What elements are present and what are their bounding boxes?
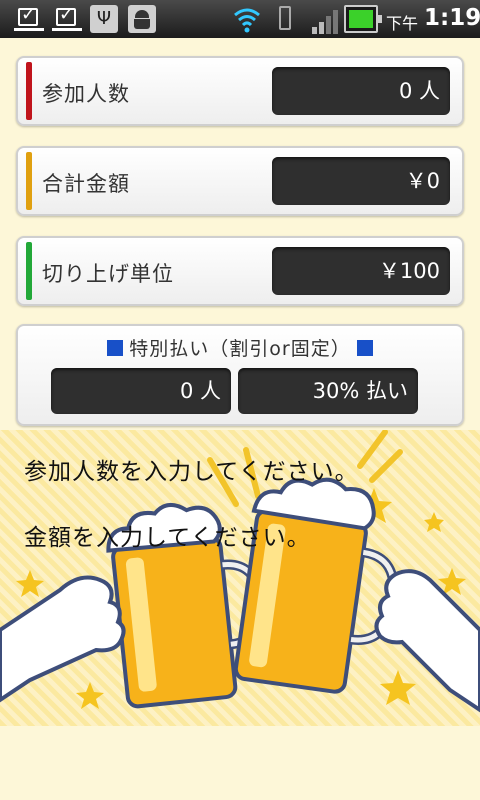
special-payment-panel: 特別払い（割引or固定） 0 人 30% 払い — [16, 324, 464, 426]
rounding-input[interactable]: ￥100 — [272, 247, 450, 295]
rounding-accent-bar — [26, 242, 32, 300]
square-marker-icon — [356, 340, 373, 356]
amount-label: 合計金額 — [42, 172, 130, 196]
vibrate-icon — [270, 4, 300, 34]
special-payment-label: 特別払い（割引or固定） — [129, 338, 351, 360]
status-bar: ✓ ✓ Ψ 下午 1:19 — [0, 0, 480, 38]
check-notification-icon: ✓ — [14, 4, 44, 32]
amount-panel: 合計金額 ￥0 — [16, 146, 464, 216]
amount-accent-bar — [26, 152, 32, 210]
amount-prompt-message: 金額を入力してください。 — [24, 525, 311, 551]
rounding-label: 切り上げ単位 — [42, 262, 174, 286]
signal-icon — [310, 8, 338, 34]
participants-input[interactable]: 0 人 — [272, 67, 450, 115]
special-rate-select[interactable]: 30% 払い — [238, 368, 418, 414]
rounding-panel: 切り上げ単位 ￥100 — [16, 236, 464, 306]
debug-icon — [128, 5, 156, 33]
battery-icon — [344, 5, 382, 33]
beer-toast-illustration: 参加人数を入力してください。 金額を入力してください。 — [0, 430, 480, 726]
special-count-input[interactable]: 0 人 — [51, 368, 231, 414]
clock-time: 1:19 — [424, 5, 480, 31]
special-payment-title: 特別払い（割引or固定） — [18, 334, 462, 361]
usb-icon: Ψ — [90, 5, 118, 33]
participants-prompt-message: 参加人数を入力してください。 — [24, 459, 359, 485]
square-marker-icon — [107, 340, 124, 356]
bottom-area — [0, 726, 480, 800]
check-notification-icon: ✓ — [52, 4, 82, 32]
clock-ampm: 下午 — [386, 14, 419, 33]
participants-accent-bar — [26, 62, 32, 120]
participants-label: 参加人数 — [42, 82, 130, 106]
wifi-icon — [234, 8, 260, 33]
participants-panel: 参加人数 0 人 — [16, 56, 464, 126]
amount-input[interactable]: ￥0 — [272, 157, 450, 205]
